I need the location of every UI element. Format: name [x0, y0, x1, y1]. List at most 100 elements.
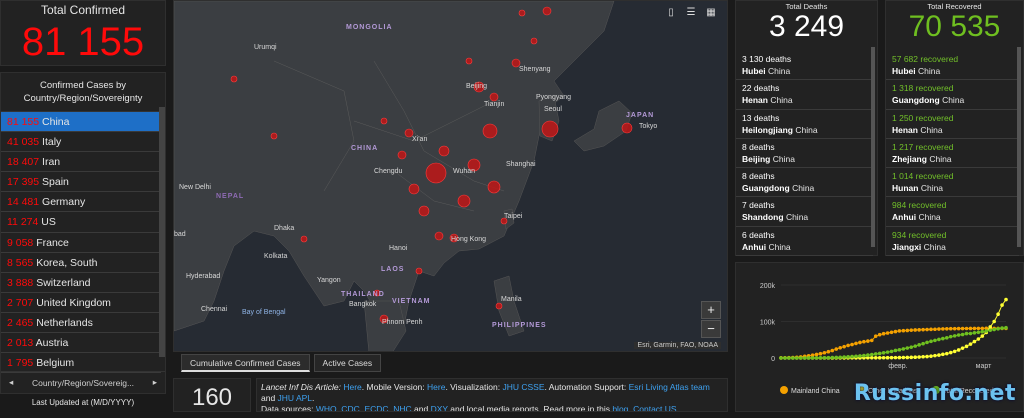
region-list-item[interactable]: 7 deathsShandong China — [736, 197, 873, 226]
jhu-apl-link[interactable]: JHU APL — [278, 393, 313, 403]
region-list-item[interactable]: 984 recoveredAnhui China — [886, 197, 1019, 226]
case-bubble[interactable] — [439, 146, 449, 156]
lancet-link[interactable]: Here — [343, 382, 361, 392]
esri-link[interactable]: Esri Living Atlas team — [629, 382, 710, 392]
chart-point — [996, 327, 1000, 331]
case-bubble[interactable] — [419, 206, 429, 216]
case-bubble[interactable] — [543, 7, 551, 15]
case-bubble-japan[interactable] — [622, 123, 632, 133]
case-bubble[interactable] — [409, 184, 419, 194]
tab-cumulative[interactable]: Cumulative Confirmed Cases — [181, 354, 310, 372]
case-bubble[interactable] — [488, 181, 500, 193]
region-province: Guangdong — [892, 95, 940, 105]
chart-point — [827, 356, 831, 360]
country-name: Switzerland — [36, 277, 90, 289]
country-list-item[interactable]: 14 481 Germany — [1, 192, 161, 212]
chart-point — [898, 348, 902, 352]
map-view[interactable]: MONGOLIA Urumqi Beijing Shenyang Pyongya… — [173, 0, 728, 352]
chevron-right-icon[interactable]: ▸ — [153, 377, 157, 388]
country-list-item[interactable]: 9 058 France — [1, 233, 161, 253]
region-list-item[interactable]: 22 deathsHenan China — [736, 80, 873, 109]
case-bubble[interactable] — [416, 268, 422, 274]
country-list-item[interactable]: 3 888 Switzerland — [1, 273, 161, 293]
chart-point — [842, 355, 846, 359]
bookmark-icon[interactable]: ▯ — [663, 5, 679, 21]
region-country: China — [918, 212, 940, 222]
case-bubble[interactable] — [466, 58, 472, 64]
region-list-item[interactable]: 6 deathsAnhui China — [736, 227, 873, 256]
tab-active-cases[interactable]: Active Cases — [314, 354, 382, 372]
legend-swatch — [780, 386, 788, 394]
chart-point — [965, 332, 969, 336]
chart-point — [791, 356, 795, 360]
chart-point — [917, 355, 921, 359]
case-bubble[interactable] — [458, 195, 470, 207]
chevron-left-icon[interactable]: ◂ — [9, 377, 13, 388]
case-bubble[interactable] — [519, 10, 525, 16]
case-bubble[interactable] — [435, 232, 443, 240]
region-list-item[interactable]: 13 deathsHeilongjiang China — [736, 110, 873, 139]
chart-y-tick: 0 — [771, 356, 775, 363]
country-list-item[interactable]: 18 407 Iran — [1, 152, 161, 172]
map-label: JAPAN — [626, 112, 654, 119]
sources-link[interactable]: WHO, CDC, ECDC, NHC — [316, 404, 412, 412]
chart-point — [842, 345, 846, 349]
region-list-item[interactable]: 8 deathsGuangdong China — [736, 168, 873, 197]
country-count: 11 274 — [7, 216, 38, 228]
case-bubble[interactable] — [531, 38, 537, 44]
region-list-item[interactable]: 1 318 recoveredGuangdong China — [886, 80, 1019, 109]
case-bubble[interactable] — [271, 133, 277, 139]
region-country: China — [768, 242, 790, 252]
chart-point — [977, 327, 981, 331]
chart-point — [886, 350, 890, 354]
case-bubble[interactable] — [483, 124, 497, 138]
region-list-item[interactable]: 3 130 deathsHubei China — [736, 51, 873, 80]
chart-point — [866, 339, 870, 343]
legend-list-icon[interactable]: ☰ — [683, 5, 699, 21]
chart-point — [961, 333, 965, 337]
case-bubble[interactable] — [301, 236, 307, 242]
zoom-in-button[interactable]: + — [701, 301, 721, 319]
country-list-item[interactable]: 17 395 Spain — [1, 172, 161, 192]
jhu-csse-link[interactable]: JHU CSSE — [502, 382, 544, 392]
qr-grid-icon[interactable]: ▦ — [703, 5, 719, 21]
blog-link[interactable]: blog — [612, 404, 628, 412]
recovered-scrollbar[interactable] — [1017, 47, 1021, 247]
region-count: 22 deaths — [742, 82, 867, 94]
deaths-scrollbar[interactable] — [871, 47, 875, 247]
case-bubble-hubei[interactable] — [426, 163, 446, 183]
case-bubble-korea[interactable] — [542, 121, 558, 137]
info-line-2: Data sources: WHO, CDC, ECDC, NHC and DX… — [261, 404, 723, 412]
dxy-link[interactable]: DXY — [431, 404, 448, 412]
region-list-item[interactable]: 57 682 recoveredHubei China — [886, 51, 1019, 80]
region-list-item[interactable]: 1 250 recoveredHenan China — [886, 110, 1019, 139]
region-list-item[interactable]: 1 217 recoveredZhejiang China — [886, 139, 1019, 168]
mobile-link[interactable]: Here — [427, 382, 445, 392]
case-bubble[interactable] — [496, 303, 502, 309]
country-list-item[interactable]: 8 565 Korea, South — [1, 253, 161, 273]
case-bubble[interactable] — [490, 93, 498, 101]
chart-point — [862, 354, 866, 358]
country-list-item[interactable]: 81 155 China — [1, 112, 161, 132]
chart-point — [929, 328, 933, 332]
region-count: 3 130 deaths — [742, 53, 867, 65]
chart-point — [823, 356, 827, 360]
country-list-item[interactable]: 2 013 Austria — [1, 333, 161, 353]
zoom-out-button[interactable]: − — [701, 320, 721, 338]
country-list-item[interactable]: 2 707 United Kingdom — [1, 293, 161, 313]
region-list-item[interactable]: 8 deathsBeijing China — [736, 139, 873, 168]
region-list-item[interactable]: 934 recoveredJiangxi China — [886, 227, 1019, 256]
country-list-footer-label[interactable]: Country/Region/Sovereig... — [32, 378, 134, 388]
country-list-item[interactable]: 2 465 Netherlands — [1, 313, 161, 333]
info-panel: Lancet Inf Dis Article: Here. Mobile Ver… — [256, 378, 728, 412]
chart-point — [961, 327, 965, 331]
contact-link[interactable]: . Contact US. — [628, 404, 679, 412]
case-bubble[interactable] — [381, 118, 387, 124]
chart-point — [807, 356, 811, 360]
case-bubble[interactable] — [231, 76, 237, 82]
country-list-item[interactable]: 41 035 Italy — [1, 132, 161, 152]
case-bubble[interactable] — [398, 151, 406, 159]
region-list-item[interactable]: 1 014 recoveredHunan China — [886, 168, 1019, 197]
country-list-scrollbar[interactable] — [159, 107, 165, 357]
country-list-item[interactable]: 11 274 US — [1, 212, 161, 232]
